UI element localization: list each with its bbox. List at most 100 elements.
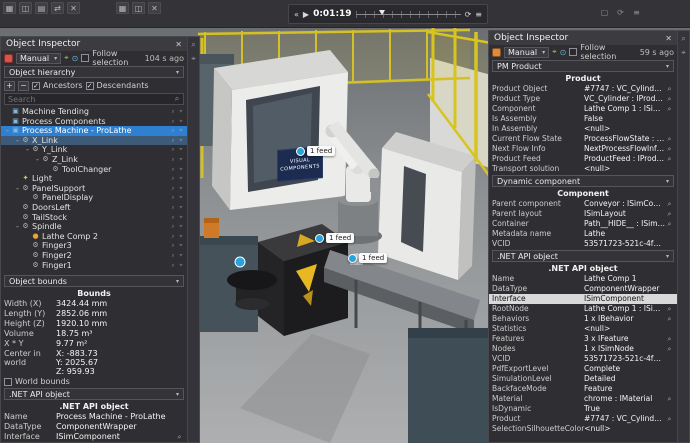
expander-icon[interactable]: - <box>14 136 21 146</box>
follow-selection-checkbox[interactable] <box>81 54 89 62</box>
property-row[interactable]: BackfaceMode Feature ⌕ <box>489 384 677 394</box>
row-pin-icon[interactable]: ⌖ <box>177 145 185 155</box>
expander-icon[interactable]: - <box>24 145 31 155</box>
refresh-icon[interactable]: ⟳ <box>614 6 627 18</box>
bounds-row[interactable]: Volume 18.75 m³ <box>1 329 187 339</box>
row-search-icon[interactable]: ⌕ <box>169 136 177 146</box>
close-icon[interactable]: ✕ <box>67 2 80 14</box>
property-row[interactable]: Is Assembly False ⌕ <box>489 114 677 124</box>
strip-search-icon[interactable]: ⌕ <box>191 40 195 50</box>
world-bounds-checkbox[interactable] <box>4 378 12 386</box>
property-row[interactable]: Product Object #7747 : VC_Cylinder : ISi… <box>489 84 677 94</box>
row-pin-icon[interactable]: ⌖ <box>177 261 185 271</box>
center-in-world-row[interactable]: Center in world X: -883.73 Y: 2025.67 Z:… <box>1 349 187 376</box>
row-pin-icon[interactable]: ⌖ <box>177 213 185 223</box>
hierarchy-mode-select[interactable]: Object hierarchy ▾ <box>4 66 184 78</box>
feed-marker[interactable]: 1 feed <box>296 146 335 156</box>
row-pin-icon[interactable]: ⌖ <box>177 107 185 117</box>
property-row[interactable]: Parent layout ISimLayout ⌕ <box>489 209 677 219</box>
property-row[interactable]: RootNode Lathe Comp 1 : ISimNode ⌕ <box>489 304 677 314</box>
property-row[interactable]: VCID 53571723-521c-4f59-a2ed-ed367e80b16… <box>489 354 677 364</box>
attach-icon[interactable]: ⊙ <box>560 48 567 57</box>
property-row[interactable]: Name Process Machine - ProLathe ⌕ <box>1 412 187 422</box>
strip-pin-icon[interactable]: ⌖ <box>681 48 686 58</box>
dock-columns-icon[interactable]: ◫ <box>19 2 32 14</box>
expander-icon[interactable]: - <box>14 222 21 232</box>
tree-item[interactable]: Machine Tending ⌕ ⌖ <box>1 107 187 117</box>
descendants-checkbox[interactable] <box>86 82 94 90</box>
close-icon[interactable]: ✕ <box>175 40 182 49</box>
inspect-icon[interactable]: ⌕ <box>665 344 674 354</box>
pick-icon[interactable]: ⌖ <box>64 53 69 63</box>
tree-item[interactable]: Process Components ⌕ ⌖ <box>1 117 187 127</box>
inspect-icon[interactable]: ⌕ <box>665 334 674 344</box>
property-row[interactable]: DataType ComponentWrapper ⌕ <box>489 284 677 294</box>
inspect-icon[interactable]: ⌕ <box>665 94 674 104</box>
property-row[interactable]: SimulationLevel Detailed ⌕ <box>489 374 677 384</box>
strip-search-icon[interactable]: ⌕ <box>681 34 685 44</box>
property-row[interactable]: IsDynamic True ⌕ <box>489 404 677 414</box>
property-row[interactable]: Nodes 1 x ISimNode ⌕ <box>489 344 677 354</box>
tree-item[interactable]: Finger2 ⌕ ⌖ <box>1 251 187 261</box>
follow-selection-checkbox[interactable] <box>569 48 577 56</box>
bounds-row[interactable]: Length (Y) 2852.06 mm <box>1 309 187 319</box>
reset-icon[interactable]: « <box>294 10 299 19</box>
property-row[interactable]: Statistics <null> ⌕ <box>489 324 677 334</box>
row-search-icon[interactable]: ⌕ <box>169 174 177 184</box>
row-search-icon[interactable]: ⌕ <box>169 251 177 261</box>
inspect-icon[interactable]: ⌕ <box>665 104 674 114</box>
bounds-row[interactable]: X * Y 9.77 m² <box>1 339 187 349</box>
property-row[interactable]: Product #7747 : VC_Cylinder : ISimProduc… <box>489 414 677 424</box>
mode-select[interactable]: Manual ▾ <box>504 47 549 58</box>
tree-item[interactable]: - Spindle ⌕ ⌖ <box>1 222 187 232</box>
bounds-mode-select[interactable]: Object bounds ▾ <box>4 275 184 287</box>
inspect-icon[interactable]: ⌕ <box>665 394 674 404</box>
collapse-all-button[interactable]: − <box>18 81 29 91</box>
mode-color-swatch[interactable] <box>4 54 13 63</box>
expander-icon[interactable]: - <box>4 126 11 136</box>
row-pin-icon[interactable]: ⌖ <box>177 165 185 175</box>
tree-item[interactable]: PanelDisplay ⌕ ⌖ <box>1 193 187 203</box>
api-object-select[interactable]: .NET API object ▾ <box>492 250 674 262</box>
strip-pin-icon[interactable]: ⌖ <box>191 54 196 64</box>
property-row[interactable]: Parent component Conveyor : ISimComponen… <box>489 199 677 209</box>
property-row[interactable]: PdfExportLevel Complete ⌕ <box>489 364 677 374</box>
property-row[interactable]: DataType ComponentWrapper ⌕ <box>1 422 187 432</box>
inspect-icon[interactable]: ⌕ <box>665 134 674 144</box>
row-pin-icon[interactable]: ⌖ <box>177 126 185 136</box>
property-row[interactable]: Current Flow State ProcessFlowState : Pr… <box>489 134 677 144</box>
row-pin-icon[interactable]: ⌖ <box>177 241 185 251</box>
layout-icon[interactable]: ◫ <box>132 2 145 14</box>
search-input[interactable] <box>5 95 171 104</box>
playback-menu-icon[interactable]: ≡ <box>475 10 482 19</box>
inspect-icon[interactable]: ⌕ <box>665 414 674 424</box>
inspect-icon[interactable]: ⌕ <box>665 209 674 219</box>
row-pin-icon[interactable]: ⌖ <box>177 203 185 213</box>
property-row[interactable]: Metadata name Lathe ⌕ <box>489 229 677 239</box>
property-row[interactable]: Next Flow Info NextProcessFlowInfo : INe… <box>489 144 677 154</box>
tree-item[interactable]: - Y_Link ⌕ ⌖ <box>1 145 187 155</box>
row-pin-icon[interactable]: ⌖ <box>177 193 185 203</box>
api-object-select[interactable]: .NET API object ▾ <box>4 388 184 400</box>
row-search-icon[interactable]: ⌕ <box>169 155 177 165</box>
tree-item[interactable]: TailStock ⌕ ⌖ <box>1 213 187 223</box>
row-search-icon[interactable]: ⌕ <box>169 184 177 194</box>
close-icon[interactable]: ✕ <box>665 34 672 43</box>
mode-color-swatch[interactable] <box>492 48 501 57</box>
inspect-icon[interactable]: ⌕ <box>665 304 674 314</box>
row-search-icon[interactable]: ⌕ <box>169 193 177 203</box>
inspect-icon[interactable]: ⌕ <box>175 432 184 442</box>
dock-rows-icon[interactable]: ▤ <box>35 2 48 14</box>
bounds-row[interactable]: Width (X) 3424.44 mm <box>1 299 187 309</box>
play-icon[interactable]: ▶ <box>303 10 309 19</box>
pick-icon[interactable]: ⌖ <box>552 47 557 57</box>
inspect-icon[interactable]: ⌕ <box>665 154 674 164</box>
menu-icon[interactable]: ≡ <box>630 6 643 18</box>
property-row[interactable]: Name Lathe Comp 1 ⌕ <box>489 274 677 284</box>
inspect-icon[interactable]: ⌕ <box>665 144 674 154</box>
product-select[interactable]: PM Product ▾ <box>492 60 674 72</box>
row-pin-icon[interactable]: ⌖ <box>177 222 185 232</box>
row-pin-icon[interactable]: ⌖ <box>177 174 185 184</box>
inspect-icon[interactable]: ⌕ <box>665 219 674 229</box>
row-search-icon[interactable]: ⌕ <box>169 117 177 127</box>
